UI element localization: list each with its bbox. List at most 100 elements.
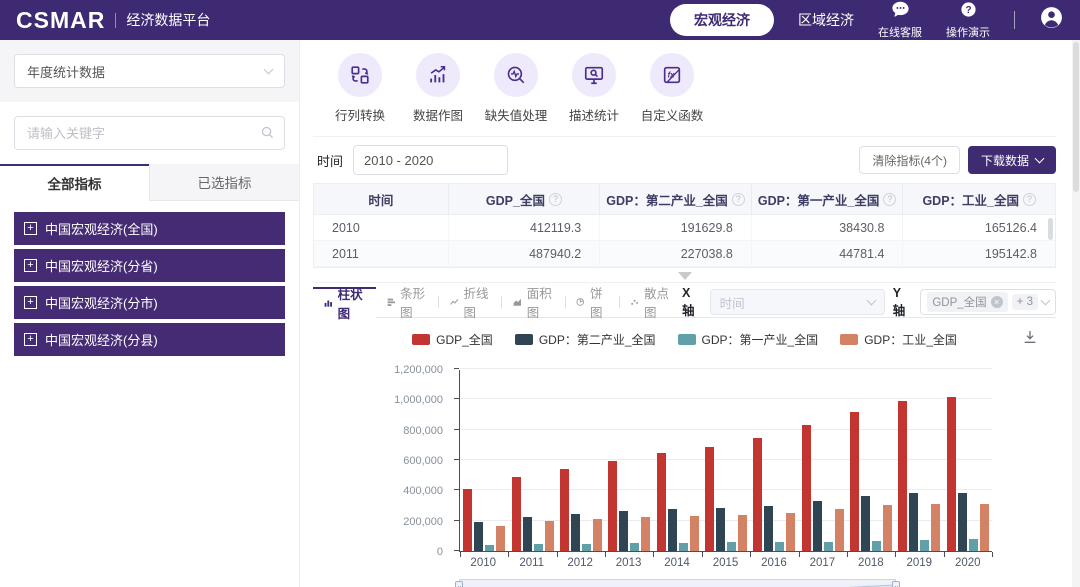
datazoom-shadow [459,579,896,587]
y-tick-label: 800,000 [313,425,443,437]
y-tick-label: 600,000 [313,455,443,467]
bar-group [750,370,798,551]
toolbar-descriptive-stats-button[interactable]: 描述统计 [561,53,627,124]
tab-area-chart[interactable]: 面积图 [502,287,565,318]
tab-bar-chart[interactable]: 条形图 [376,287,439,318]
legend-item[interactable]: GDP_全国 [412,331,493,348]
export-chart-icon[interactable] [1022,329,1038,350]
y-axis-select[interactable]: GDP_全国 × + 3 [920,289,1056,315]
toolbar-custom-function-button[interactable]: fx 自定义函数 [639,53,705,124]
y-axis-tick [454,368,459,369]
expand-plus-icon[interactable]: + [24,296,37,309]
tab-line-chart[interactable]: 折线图 [439,287,502,318]
tab-scatter-chart[interactable]: 散点图 [619,287,682,318]
expand-plus-icon[interactable]: + [24,259,37,272]
toolbar-item-label: 描述统计 [569,105,619,124]
nav-macro-economy[interactable]: 宏观经济 [670,4,774,36]
remove-tag-icon[interactable]: × [991,296,1003,308]
expand-plus-icon[interactable]: + [24,222,37,235]
toolbar-transpose-button[interactable]: 行列转换 [327,53,393,124]
bar-group [895,370,943,551]
x-tick-label: 2014 [653,557,701,569]
help-icon[interactable]: ? [883,193,896,206]
demo-button[interactable]: ? 操作演示 [946,1,990,40]
dataset-select[interactable]: 年度统计数据 [14,54,285,88]
tab-column-chart[interactable]: 柱状图 [313,287,376,318]
datazoom-right-handle[interactable] [892,581,900,587]
tree-item[interactable]: + 中国宏观经济(全国) [14,212,285,245]
toolbar-plot-data-button[interactable]: 数据作图 [405,53,471,124]
x-tick-label: 2015 [701,557,749,569]
chart-bar [947,397,956,551]
main-panel: 行列转换 数据作图 缺失值处理 描述统计 fx 自定义函数 时间 清除指标(4个… [301,40,1064,587]
help-icon[interactable]: ? [549,193,562,206]
x-axis-select[interactable]: 时间 [710,289,885,315]
tree-item[interactable]: + 中国宏观经济(分省) [14,249,285,282]
csmar-logo: CSMAR [16,7,105,34]
chevron-down-icon [1035,154,1045,164]
toolbar-item-label: 行列转换 [335,105,385,124]
sidebar: 年度统计数据 全部指标 已选指标 + 中国宏观经济(全国) + 中国宏观经济(分… [0,40,300,587]
legend-item[interactable]: GDP：第一产业_全国 [678,331,819,348]
tree-item-label: 中国宏观经济(全国) [45,219,158,238]
plot-data-icon [416,53,460,97]
legend-swatch [515,334,533,345]
table-cell: 487940.2 [449,241,601,266]
missing-value-icon [494,53,538,97]
bar-group [605,370,653,551]
chart-bar [619,511,628,551]
chart-legend: GDP_全国 GDP：第二产业_全国 GDP：第一产业_全国 GDP：工业_全国 [313,331,1056,348]
y-axis-tick [454,398,459,399]
help-icon[interactable]: ? [1023,193,1036,206]
time-range-input[interactable] [353,145,508,175]
toolbar-missing-value-button[interactable]: 缺失值处理 [483,53,549,124]
y-axis-label: Y轴 [893,286,913,319]
download-data-button[interactable]: 下载数据 [968,146,1056,174]
x-tick-label: 2020 [944,557,992,569]
bar-group [944,370,992,551]
chart-bar [545,521,554,551]
column-header: GDP：工业_全国? [903,184,1055,214]
table-scrollbar[interactable] [1048,218,1053,240]
tree-item[interactable]: + 中国宏观经济(分县) [14,323,285,356]
tab-pie-chart[interactable]: 饼图 [565,287,618,318]
tab-selected-indicators[interactable]: 已选指标 [149,164,299,201]
chevron-down-icon [866,296,876,306]
page-scrollbar-thumb[interactable] [1073,42,1079,192]
legend-item[interactable]: GDP：第二产业_全国 [515,331,656,348]
online-service-button[interactable]: 在线客服 [878,1,922,40]
chart-bar [969,539,978,551]
help-icon[interactable]: ? [732,193,745,206]
user-avatar[interactable] [1039,5,1064,35]
chart-bar [474,522,483,551]
chart-bar [861,496,870,551]
bar-group [508,370,556,551]
chart-bar [630,543,639,551]
page-scrollbar[interactable] [1072,40,1080,587]
clear-indicators-button[interactable]: 清除指标(4个) [859,146,960,174]
legend-swatch [412,334,430,345]
dataset-select-area: 年度统计数据 [0,40,299,102]
y-axis-more-tag: + 3 [1012,294,1038,310]
legend-label: GDP：第二产业_全国 [539,331,656,348]
filter-bar: 时间 清除指标(4个) 下载数据 [313,137,1056,183]
legend-label: GDP：第一产业_全国 [702,331,819,348]
datazoom-slider[interactable] [459,579,896,587]
nav-regional-economy[interactable]: 区域经济 [798,10,854,30]
datazoom-left-handle[interactable] [455,581,463,587]
chart-bar [679,543,688,551]
chart-bar [608,461,617,551]
tree-item[interactable]: + 中国宏观经济(分市) [14,286,285,319]
tab-all-indicators[interactable]: 全部指标 [0,164,149,201]
chevron-down-icon [1041,296,1051,306]
keyword-search-input[interactable] [14,116,285,150]
legend-item[interactable]: GDP：工业_全国 [840,331,957,348]
chart-bar [909,493,918,551]
legend-swatch [840,334,858,345]
custom-function-icon: fx [650,53,694,97]
expand-plus-icon[interactable]: + [24,333,37,346]
table-expand-arrow-icon[interactable] [678,272,692,280]
search-icon[interactable] [260,125,275,145]
bar-groups [460,370,992,551]
x-tick-label: 2013 [604,557,652,569]
